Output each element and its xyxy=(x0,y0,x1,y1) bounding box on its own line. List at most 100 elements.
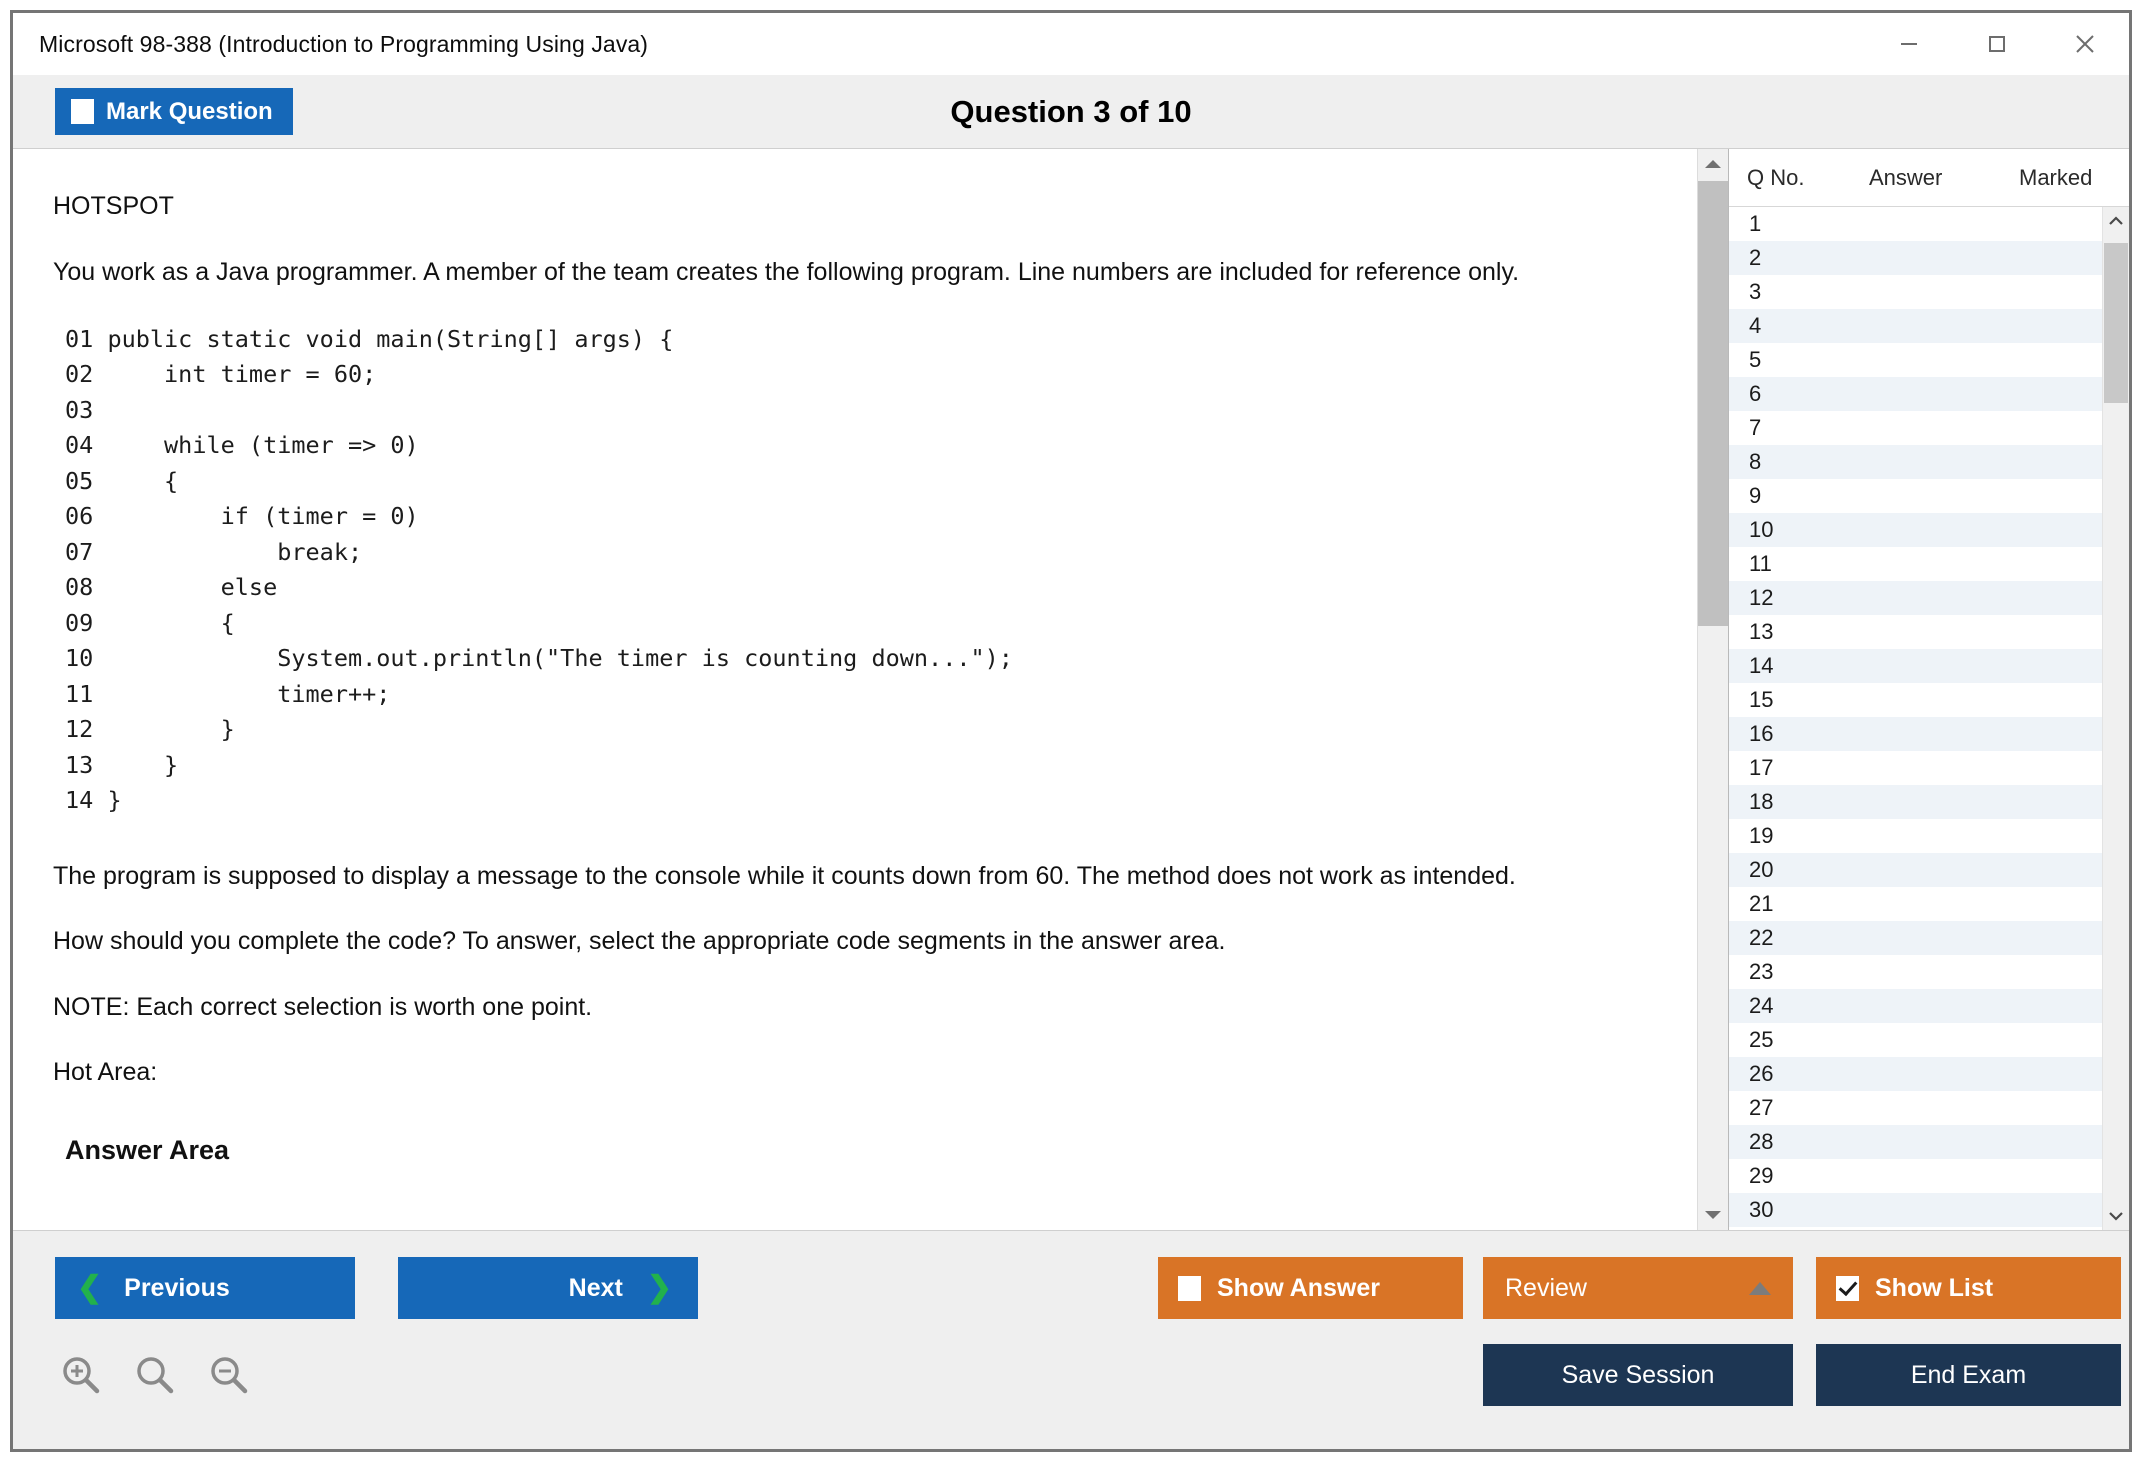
row-question-number: 25 xyxy=(1749,1027,1774,1052)
question-list[interactable]: 1 2 3 4 5 6 7 8 9 10 11 12 13 14 15 16 17 18 19 20 21 22 23 24 2… xyxy=(1729,207,2102,1230)
column-header-answer: Answer xyxy=(1869,164,1943,190)
question-list-row[interactable]: 6 xyxy=(1729,377,2102,411)
previous-label: Previous xyxy=(124,1273,230,1302)
question-list-row[interactable]: 18 xyxy=(1729,785,2102,819)
mark-question-button[interactable]: Mark Question xyxy=(55,88,293,135)
scrollbar-thumb[interactable] xyxy=(1698,181,1728,626)
code-listing: 01 public static void main(String[] args… xyxy=(65,325,1013,815)
list-scroll-down-icon[interactable] xyxy=(2103,1202,2129,1230)
question-list-row[interactable]: 27 xyxy=(1729,1091,2102,1125)
question-list-row[interactable]: 25 xyxy=(1729,1023,2102,1057)
row-question-number: 24 xyxy=(1749,993,1774,1018)
page-title: Question 3 of 10 xyxy=(950,93,1192,129)
question-list-row[interactable]: 16 xyxy=(1729,717,2102,751)
question-list-row[interactable]: 14 xyxy=(1729,649,2102,683)
zoom-controls xyxy=(59,1353,251,1402)
question-list-row[interactable]: 13 xyxy=(1729,615,2102,649)
question-list-row[interactable]: 9 xyxy=(1729,479,2102,513)
row-question-number: 11 xyxy=(1749,551,1772,576)
chevron-right-icon: ❯ xyxy=(646,1271,672,1304)
zoom-out-icon[interactable] xyxy=(207,1353,251,1402)
question-list-row[interactable]: 29 xyxy=(1729,1159,2102,1193)
question-list-body: 1 2 3 4 5 6 7 8 9 10 11 12 13 14 15 16 17 18 19 20 21 22 23 24 2… xyxy=(1729,207,2129,1230)
minimize-icon[interactable] xyxy=(1865,15,1953,73)
row-question-number: 17 xyxy=(1749,755,1774,780)
mark-question-label: Mark Question xyxy=(106,97,273,125)
row-question-number: 5 xyxy=(1749,347,1762,372)
maximize-icon[interactable] xyxy=(1953,15,2041,73)
list-scrollbar-track[interactable] xyxy=(2103,235,2129,1202)
review-dropdown-button[interactable]: Review xyxy=(1483,1257,1793,1319)
question-list-row[interactable]: 15 xyxy=(1729,683,2102,717)
question-note: NOTE: Each correct selection is worth on… xyxy=(53,992,593,1021)
row-question-number: 27 xyxy=(1749,1095,1774,1120)
end-exam-button[interactable]: End Exam xyxy=(1816,1344,2121,1406)
question-list-row[interactable]: 20 xyxy=(1729,853,2102,887)
question-content-pane: HOTSPOT You work as a Java programmer. A… xyxy=(13,149,1697,1230)
show-list-label: Show List xyxy=(1875,1273,1994,1302)
question-list-row[interactable]: 7 xyxy=(1729,411,2102,445)
question-list-row[interactable]: 5 xyxy=(1729,343,2102,377)
previous-button[interactable]: ❮ Previous xyxy=(55,1257,355,1319)
question-list-row[interactable]: 3 xyxy=(1729,275,2102,309)
row-question-number: 29 xyxy=(1749,1163,1774,1188)
question-list-row[interactable]: 28 xyxy=(1729,1125,2102,1159)
question-list-sidebar: Q No. Answer Marked 1 2 3 4 5 6 7 8 9 10 11 12 13 14 1… xyxy=(1728,149,2129,1230)
question-paragraph-3: How should you complete the code? To ans… xyxy=(53,927,1226,956)
row-question-number: 12 xyxy=(1749,585,1774,610)
zoom-in-icon[interactable] xyxy=(59,1353,103,1402)
show-answer-checkbox-icon[interactable] xyxy=(1178,1275,1201,1301)
question-list-row[interactable]: 23 xyxy=(1729,955,2102,989)
row-question-number: 10 xyxy=(1749,517,1774,542)
question-list-row[interactable]: 11 xyxy=(1729,547,2102,581)
question-list-row[interactable]: 4 xyxy=(1729,309,2102,343)
scroll-down-icon[interactable] xyxy=(1698,1200,1728,1230)
question-list-scrollbar[interactable] xyxy=(2102,207,2129,1230)
chevron-left-icon: ❮ xyxy=(77,1271,103,1304)
row-question-number: 19 xyxy=(1749,823,1774,848)
question-list-row[interactable]: 12 xyxy=(1729,581,2102,615)
question-type-label: HOTSPOT xyxy=(53,192,174,220)
review-label: Review xyxy=(1505,1273,1587,1302)
save-session-button[interactable]: Save Session xyxy=(1483,1344,1793,1406)
show-list-button[interactable]: Show List xyxy=(1816,1257,2121,1319)
row-question-number: 18 xyxy=(1749,789,1774,814)
scrollbar-track[interactable] xyxy=(1698,179,1728,1200)
footer-toolbar: ❮ Previous Next ❯ Show Answer Review Sho… xyxy=(13,1231,2129,1449)
show-list-checkbox-icon[interactable] xyxy=(1836,1275,1859,1301)
row-question-number: 4 xyxy=(1749,313,1762,338)
row-question-number: 9 xyxy=(1749,483,1762,508)
question-list-row[interactable]: 24 xyxy=(1729,989,2102,1023)
question-list-row[interactable]: 10 xyxy=(1729,513,2102,547)
scroll-up-icon[interactable] xyxy=(1698,149,1728,179)
chevron-up-icon xyxy=(1749,1281,1771,1295)
row-question-number: 7 xyxy=(1749,415,1762,440)
row-question-number: 22 xyxy=(1749,925,1774,950)
end-exam-label: End Exam xyxy=(1910,1360,2027,1389)
list-scroll-up-icon[interactable] xyxy=(2103,207,2129,235)
window-title: Microsoft 98-388 (Introduction to Progra… xyxy=(39,30,649,57)
mark-question-checkbox-icon[interactable] xyxy=(71,99,94,124)
title-bar: Microsoft 98-388 (Introduction to Progra… xyxy=(13,13,2129,75)
next-label: Next xyxy=(568,1273,623,1302)
window-controls xyxy=(1865,13,2129,75)
question-list-row[interactable]: 2 xyxy=(1729,241,2102,275)
question-list-row[interactable]: 22 xyxy=(1729,921,2102,955)
row-question-number: 14 xyxy=(1749,653,1774,678)
question-list-row[interactable]: 26 xyxy=(1729,1057,2102,1091)
question-list-row[interactable]: 1 xyxy=(1729,207,2102,241)
question-list-row[interactable]: 21 xyxy=(1729,887,2102,921)
question-list-row[interactable]: 17 xyxy=(1729,751,2102,785)
header-toolbar: Mark Question Question 3 of 10 xyxy=(13,75,2129,149)
question-list-row[interactable]: 30 xyxy=(1729,1193,2102,1227)
row-question-number: 3 xyxy=(1749,279,1762,304)
show-answer-label: Show Answer xyxy=(1217,1273,1380,1302)
close-icon[interactable] xyxy=(2041,15,2129,73)
question-pane-scrollbar[interactable] xyxy=(1697,149,1728,1230)
list-scrollbar-thumb[interactable] xyxy=(2104,243,2128,403)
show-answer-button[interactable]: Show Answer xyxy=(1158,1257,1463,1319)
next-button[interactable]: Next ❯ xyxy=(398,1257,698,1319)
zoom-reset-icon[interactable] xyxy=(133,1353,177,1402)
question-list-row[interactable]: 8 xyxy=(1729,445,2102,479)
question-list-row[interactable]: 19 xyxy=(1729,819,2102,853)
